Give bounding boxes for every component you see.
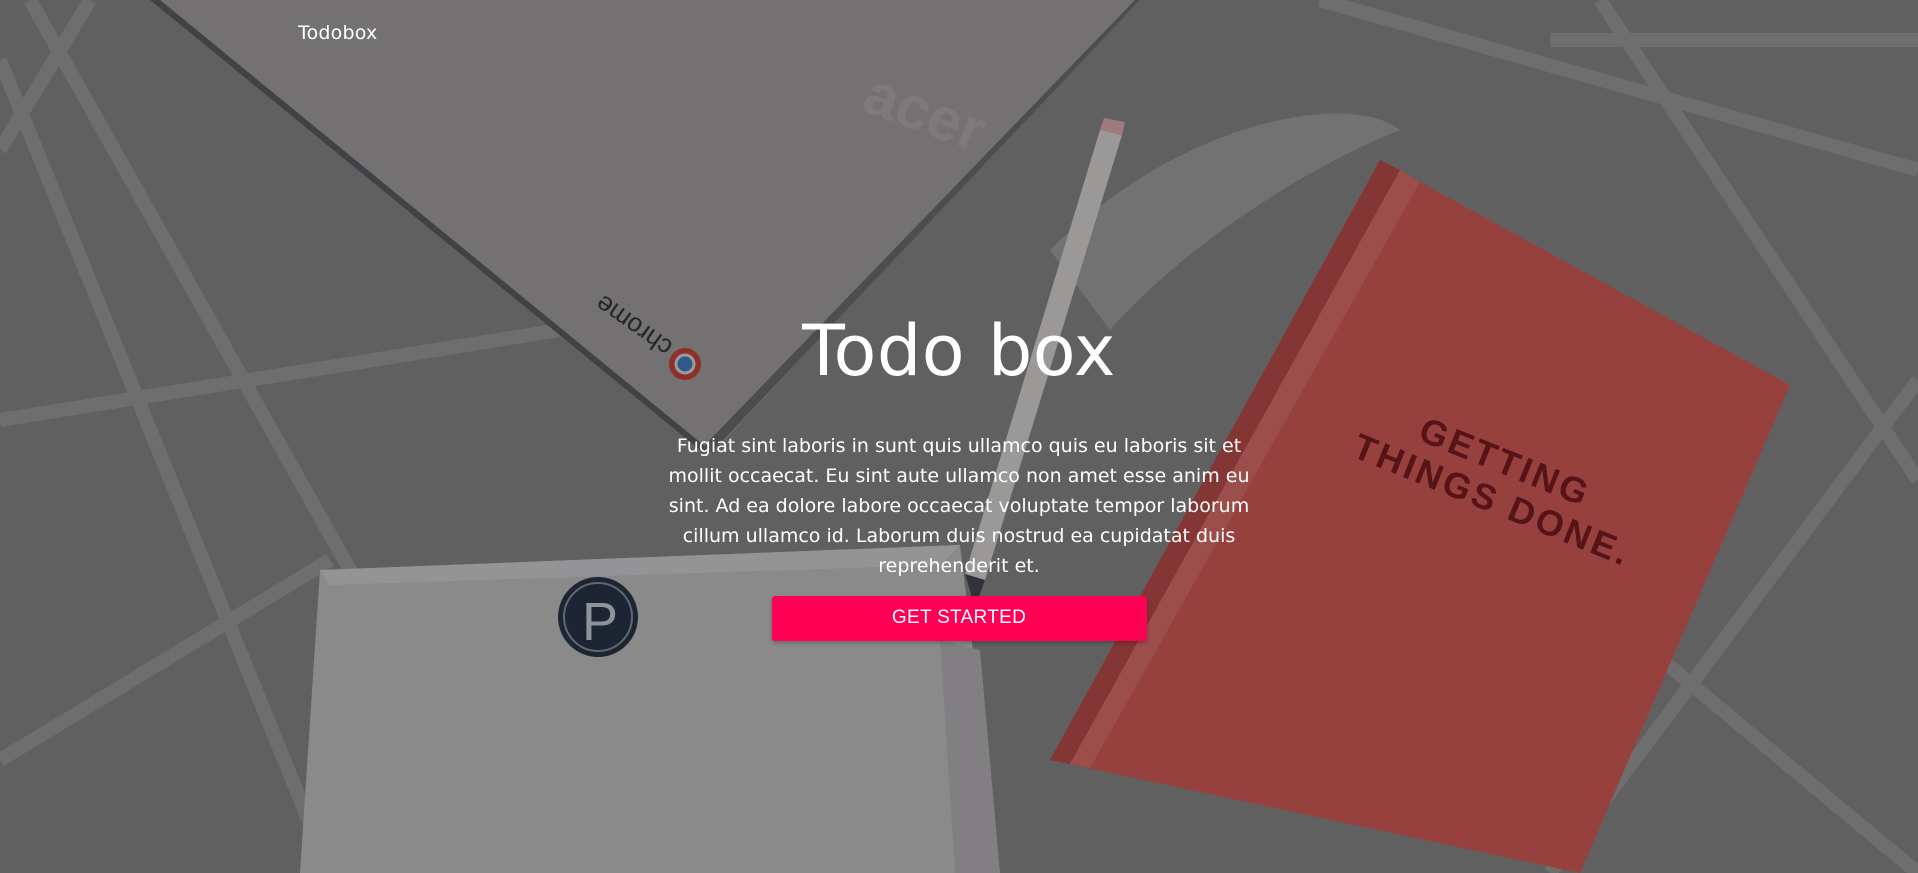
hero-description: Fugiat sint laboris in sunt quis ullamco… (668, 434, 1250, 577)
page-title: Todo box (802, 310, 1116, 392)
hero-section: acer chrome P GETTING THINGS DONE. Todob… (0, 0, 1918, 873)
brand-logo-link[interactable]: Todobox (298, 22, 377, 44)
get-started-button[interactable]: GET STARTED (771, 595, 1147, 641)
hero-content: Todo box Fugiat sint laboris in sunt qui… (0, 310, 1918, 641)
